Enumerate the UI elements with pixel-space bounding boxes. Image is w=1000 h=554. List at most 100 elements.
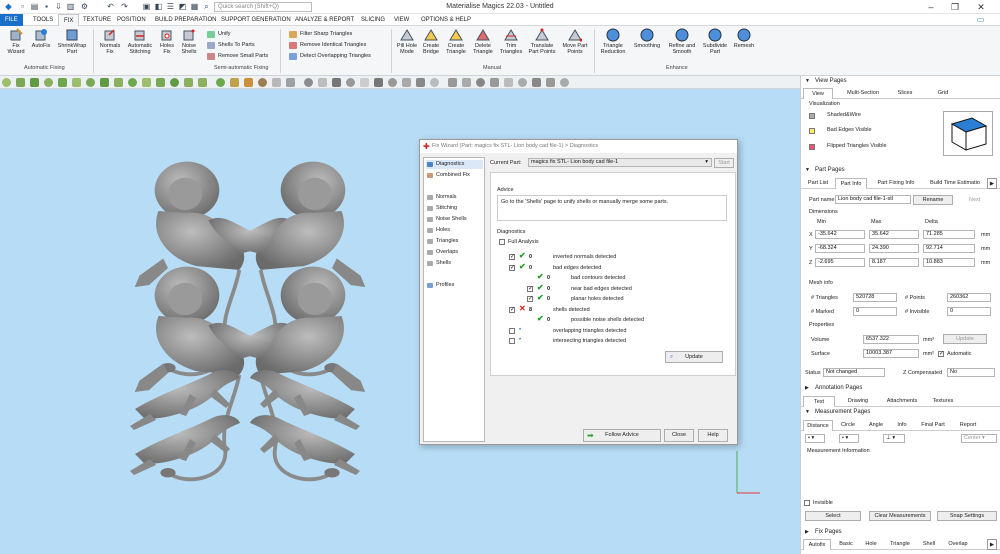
normals-fix-button[interactable]: Normals Fix xyxy=(97,28,123,55)
marked-field[interactable]: 0 xyxy=(853,307,897,316)
snap-settings-button[interactable]: Snap Settings xyxy=(937,511,997,521)
filter-sharp-triangles-button[interactable]: Filter Sharp Triangles xyxy=(289,30,352,39)
part-pages-header[interactable]: Part Pages xyxy=(801,166,1000,175)
automatic-stitching-button[interactable]: Automatic Stitching xyxy=(125,28,155,55)
points-field[interactable]: 260362 xyxy=(947,293,991,302)
surface-field[interactable]: 10003.387 xyxy=(863,349,919,358)
tab-info[interactable]: Info xyxy=(893,420,911,431)
x-min-field[interactable]: -35.642 xyxy=(815,230,865,239)
toolbar-tool-icon[interactable] xyxy=(374,78,383,87)
nav-holes[interactable]: Holes xyxy=(426,226,483,235)
toolbar-tool-icon[interactable] xyxy=(44,78,53,87)
toolbar-tool-icon[interactable] xyxy=(114,78,123,87)
fix-pages-header[interactable]: Fix Pages xyxy=(801,528,1000,537)
smoothing-button[interactable]: Smoothing xyxy=(631,28,663,49)
restore-icon[interactable]: ❐ xyxy=(946,0,964,14)
help-button[interactable]: Help xyxy=(698,429,728,442)
create-bridge-button[interactable]: Create Bridge xyxy=(420,28,442,55)
fix-wizard-button[interactable]: Fix Wizard xyxy=(3,28,29,55)
measurement-pages-header[interactable]: Measurement Pages xyxy=(801,408,1000,417)
toolbar-tool-icon[interactable] xyxy=(532,78,541,87)
minimize-icon[interactable]: – xyxy=(922,0,940,14)
automatic-checkbox[interactable] xyxy=(938,350,944,357)
y-delta-field[interactable]: 92.714 xyxy=(923,244,975,253)
trim-triangles-button[interactable]: Trim Triangles xyxy=(497,28,525,55)
follow-advice-button[interactable]: ➡ Follow Advice xyxy=(583,429,661,442)
toolbar-tool-icon[interactable] xyxy=(318,78,327,87)
menu-analyze-report[interactable]: ANALYZE & REPORT xyxy=(290,14,359,26)
diagnostic-checkbox[interactable] xyxy=(509,253,515,260)
select-button[interactable]: Select xyxy=(805,511,861,521)
nav-combined-fix[interactable]: Combined Fix xyxy=(426,171,483,180)
fix-tabs-scroll-right-icon[interactable]: ▶ xyxy=(987,539,997,550)
tab-hole[interactable]: Hole xyxy=(861,539,881,550)
nav-noise-shells[interactable]: Noise Shells xyxy=(426,215,483,224)
toolbar-tool-icon[interactable] xyxy=(448,78,457,87)
toolbar-tool-icon[interactable] xyxy=(272,78,281,87)
next-button[interactable]: Next xyxy=(969,197,980,203)
tabs-scroll-right-icon[interactable]: ▶ xyxy=(987,178,997,189)
invisible-checkbox[interactable] xyxy=(804,500,810,506)
update-volume-button[interactable]: Update xyxy=(943,334,987,344)
y-max-field[interactable]: 24.390 xyxy=(869,244,919,253)
refine-smooth-button[interactable]: Refine and Smooth xyxy=(665,28,699,55)
annotation-pages-header[interactable]: Annotation Pages xyxy=(801,384,1000,393)
x-max-field[interactable]: 35.642 xyxy=(869,230,919,239)
pill-hole-mode-button[interactable]: Pill Hole Mode xyxy=(395,28,419,55)
diagnostic-checkbox[interactable] xyxy=(509,338,515,344)
menu-file[interactable]: FILE xyxy=(0,14,23,26)
tab-triangle[interactable]: Triangle xyxy=(887,539,913,550)
menu-view[interactable]: VIEW xyxy=(389,14,414,26)
nav-overlaps[interactable]: Overlaps xyxy=(426,248,483,257)
diagnostic-checkbox[interactable] xyxy=(509,264,515,271)
toolbar-tool-icon[interactable] xyxy=(490,78,499,87)
start-button[interactable]: Start xyxy=(714,158,734,168)
y-min-field[interactable]: -68.324 xyxy=(815,244,865,253)
menu-build-preparation[interactable]: BUILD PREPARATION xyxy=(150,14,221,26)
z-min-field[interactable]: -2.695 xyxy=(815,258,865,267)
detect-overlapping-triangles-button[interactable]: Detect Overlapping Triangles xyxy=(289,52,371,61)
snap-mode-select[interactable]: ⊥ ▾ xyxy=(883,434,905,443)
tab-attachments[interactable]: Attachments xyxy=(881,396,923,407)
dialog-title-bar[interactable]: ✚ Fix Wizard (Part: magics fix STL- Lion… xyxy=(420,140,737,153)
toolbar-tool-icon[interactable] xyxy=(100,78,109,87)
volume-field[interactable]: 6537.322 xyxy=(863,335,919,344)
toolbar-tool-icon[interactable] xyxy=(304,78,313,87)
remove-identical-triangles-button[interactable]: Remove Identical Triangles xyxy=(289,41,366,50)
toolbar-tool-icon[interactable] xyxy=(504,78,513,87)
move-part-points-button[interactable]: Move Part Points xyxy=(560,28,590,55)
tab-part-info[interactable]: Part Info xyxy=(835,178,867,189)
toolbar-tool-icon[interactable] xyxy=(258,78,267,87)
menu-slicing[interactable]: SLICING xyxy=(356,14,390,26)
x-delta-field[interactable]: 71.285 xyxy=(923,230,975,239)
toolbar-tool-icon[interactable] xyxy=(346,78,355,87)
tab-grid[interactable]: Grid xyxy=(931,88,955,99)
toolbar-tool-icon[interactable] xyxy=(560,78,569,87)
triangle-reduction-button[interactable]: Triangle Reduction xyxy=(598,28,628,55)
invisible-field[interactable]: 0 xyxy=(947,307,991,316)
toolbar-tool-icon[interactable] xyxy=(142,78,151,87)
tab-view[interactable]: View xyxy=(803,88,833,99)
circle-mode-select[interactable]: • ▾ xyxy=(839,434,859,443)
toolbar-tool-icon[interactable] xyxy=(286,78,295,87)
translate-part-points-button[interactable]: Translate Part Points xyxy=(526,28,558,55)
triangles-field[interactable]: 520728 xyxy=(853,293,897,302)
toolbar-tool-icon[interactable] xyxy=(476,78,485,87)
tab-angle[interactable]: Angle xyxy=(865,420,887,431)
tab-textures[interactable]: Textures xyxy=(927,396,959,407)
status-field[interactable]: Not changed xyxy=(823,368,885,377)
toolbar-tool-icon[interactable] xyxy=(156,78,165,87)
tab-distance[interactable]: Distance xyxy=(803,420,833,431)
toolbar-tool-icon[interactable] xyxy=(360,78,369,87)
toolbar-tool-icon[interactable] xyxy=(216,78,225,87)
toolbar-tool-icon[interactable] xyxy=(16,78,25,87)
tab-drawing[interactable]: Drawing xyxy=(841,396,875,407)
unify-button[interactable]: Unify xyxy=(207,30,231,39)
tab-text[interactable]: Text xyxy=(803,396,835,407)
tab-shell[interactable]: Shell xyxy=(919,539,939,550)
tab-overlap[interactable]: Overlap xyxy=(945,539,971,550)
noise-shells-button[interactable]: Noise Shells xyxy=(179,28,199,55)
part-name-select[interactable]: Lion body cad file-1-stl xyxy=(835,195,911,204)
z-max-field[interactable]: 8.187 xyxy=(869,258,919,267)
tab-basic[interactable]: Basic xyxy=(835,539,857,550)
